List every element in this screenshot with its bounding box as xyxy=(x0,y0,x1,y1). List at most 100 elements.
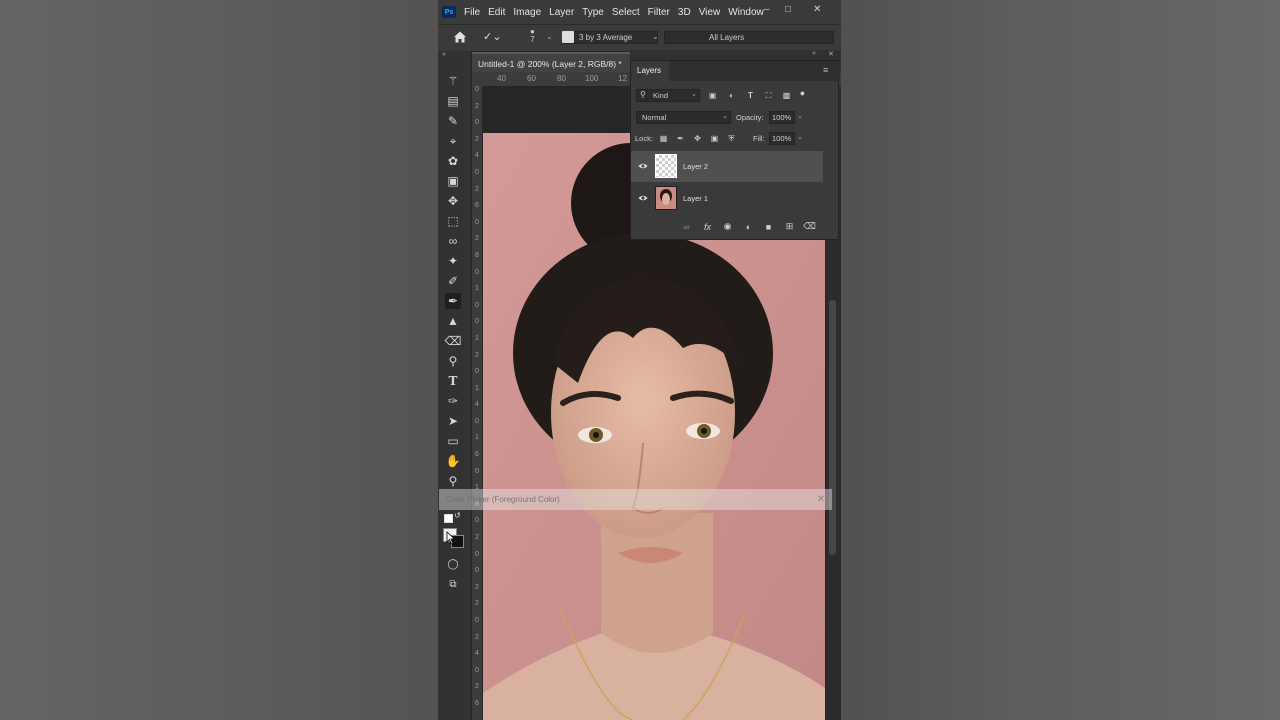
new-group-icon[interactable]: ■ xyxy=(763,221,774,232)
scrollbar-thumb[interactable] xyxy=(829,300,836,555)
menu-layer[interactable]: Layer xyxy=(549,7,574,18)
close-panel-icon[interactable]: ✕ xyxy=(828,50,834,58)
menu-3d[interactable]: 3D xyxy=(678,7,691,18)
eye-icon[interactable] xyxy=(638,193,648,203)
menu-file[interactable]: File xyxy=(464,7,480,18)
new-layer-icon[interactable]: ⊞ xyxy=(784,221,795,232)
brush-preset-icon[interactable]: ✓⌄ xyxy=(483,30,501,43)
layer-name[interactable]: Layer 1 xyxy=(683,194,708,203)
filter-shape-icon[interactable]: ⛶ xyxy=(764,91,773,100)
frame-icon[interactable]: ▣ xyxy=(445,173,461,189)
ruler-digit: 2 xyxy=(475,633,479,641)
delete-layer-icon[interactable]: ⌫ xyxy=(803,221,816,232)
fill-input[interactable]: 100% xyxy=(769,132,795,145)
lock-artboard-icon[interactable]: ▣ xyxy=(710,134,719,143)
sample-size-select[interactable]: 3 by 3 Average xyxy=(562,31,658,44)
pen-icon[interactable]: ✑ xyxy=(445,393,461,409)
fx-icon[interactable]: fx xyxy=(702,221,713,232)
menu-filter[interactable]: Filter xyxy=(648,7,670,18)
link-layers-icon[interactable]: ∞ xyxy=(681,221,692,232)
screen-mode-icon[interactable]: ⧉ xyxy=(445,576,461,592)
layer-name[interactable]: Layer 2 xyxy=(683,162,708,171)
fill-label: Fill: xyxy=(753,134,765,143)
eraser-icon[interactable]: ⌫ xyxy=(445,333,462,349)
tools-panel: » ⚚ ▤ ✎ ⌖ ✿ ▣ ✥ ⬚ ∞ ✦ ✐ ✒ ▲ ⌫ ⚲ T ✑ ➤ ▭ … xyxy=(438,51,472,720)
marquee-icon[interactable]: ⬚ xyxy=(445,213,461,229)
menubar: Ps File Edit Image Layer Type Select Fil… xyxy=(438,0,841,24)
chevron-down-icon[interactable]: ⌄ xyxy=(546,32,553,41)
path-select-icon[interactable]: ➤ xyxy=(445,413,461,429)
lasso-icon[interactable]: ∞ xyxy=(445,233,461,249)
document-tab[interactable]: Untitled-1 @ 200% (Layer 2, RGB/8) * xyxy=(472,52,632,72)
swap-colors-icon[interactable]: ↺ xyxy=(454,511,461,520)
menu-view[interactable]: View xyxy=(699,7,721,18)
ruler-tick: 100 xyxy=(585,74,599,83)
menu-edit[interactable]: Edit xyxy=(488,7,505,18)
transform-icon[interactable]: ✥ xyxy=(445,193,461,209)
layer-row-layer-2[interactable]: Layer 2 xyxy=(631,151,823,182)
brush-size-indicator[interactable]: ● 7 xyxy=(530,28,535,44)
ruler-digit: 0 xyxy=(475,617,479,624)
ruler-digit: 6 xyxy=(475,699,479,707)
add-mask-icon[interactable]: ◉ xyxy=(722,221,733,232)
search-icon: ⚲ xyxy=(640,90,646,99)
color-sampler-icon[interactable]: ✐ xyxy=(445,273,461,289)
artboard-icon[interactable]: ▤ xyxy=(445,93,461,109)
ruler-digit: 0 xyxy=(475,318,479,326)
stamp-icon[interactable]: ▲ xyxy=(445,313,461,329)
filter-pixel-icon[interactable]: ▣ xyxy=(708,91,717,100)
menu-select[interactable]: Select xyxy=(612,7,640,18)
blend-mode-select[interactable]: Normal xyxy=(636,111,731,124)
maximize-icon[interactable]: □ xyxy=(785,4,791,15)
quick-mask-icon[interactable]: ◯ xyxy=(445,556,461,572)
opacity-input[interactable]: 100% xyxy=(769,111,795,124)
layer-row-layer-1[interactable]: Layer 1 xyxy=(631,183,823,214)
move-icon[interactable]: ⚚ xyxy=(445,73,461,89)
ruler-digit: 0 xyxy=(475,666,479,674)
filter-smart-object-icon[interactable]: ▩ xyxy=(782,91,791,100)
close-icon[interactable]: ✕ xyxy=(817,489,825,510)
sample-icon xyxy=(562,31,574,43)
default-colors-icon[interactable] xyxy=(444,514,453,523)
chevron-down-icon[interactable]: ⌄ xyxy=(797,112,803,120)
crop-icon[interactable]: ⌖ xyxy=(445,133,461,149)
chevron-down-icon[interactable]: ⌄ xyxy=(797,133,803,141)
lock-transparent-icon[interactable]: ▦ xyxy=(659,134,668,143)
menu-image[interactable]: Image xyxy=(513,7,541,18)
rectangle-icon[interactable]: ▭ xyxy=(445,433,461,449)
minimize-icon[interactable]: – xyxy=(764,4,770,15)
menu-type[interactable]: Type xyxy=(582,7,604,18)
adjustment-layer-icon[interactable]: ◐ xyxy=(743,221,754,232)
filter-adjustment-icon[interactable]: ◐ xyxy=(727,91,736,100)
menu-window[interactable]: Window xyxy=(728,7,764,18)
dodge-icon[interactable]: ⚲ xyxy=(445,353,461,369)
home-icon[interactable] xyxy=(453,30,467,44)
ruler-digit: 4 xyxy=(475,401,479,409)
eye-icon[interactable] xyxy=(638,161,648,171)
ruler-digit: 0 xyxy=(475,368,479,376)
ruler-tick: 60 xyxy=(527,74,536,83)
sample-layers-select[interactable]: All Layers xyxy=(664,31,834,44)
filter-toggle-icon[interactable]: ● xyxy=(798,88,807,98)
zoom-icon[interactable]: ⚲ xyxy=(445,473,461,489)
color-picker-dialog-titlebar[interactable]: Color Picker (Foreground Color) ✕ xyxy=(439,489,832,510)
brush-icon[interactable]: ✒ xyxy=(445,293,461,309)
expand-icon[interactable]: » xyxy=(442,51,446,58)
brush-size-value: 7 xyxy=(530,35,535,44)
tab-layers[interactable]: Layers xyxy=(631,61,669,81)
opacity-label: Opacity: xyxy=(736,113,764,122)
collapse-icon[interactable]: « xyxy=(812,50,816,57)
spot-healing-icon[interactable]: ✿ xyxy=(445,153,461,169)
cursor-icon xyxy=(446,531,456,545)
filter-type-icon[interactable]: T xyxy=(746,91,755,100)
type-icon[interactable]: T xyxy=(445,373,461,389)
lock-position-icon[interactable]: ✥ xyxy=(693,134,702,143)
lock-all-icon[interactable]: ⛨ xyxy=(727,134,736,143)
lock-paint-icon[interactable]: ✒ xyxy=(676,134,685,143)
close-window-icon[interactable]: ✕ xyxy=(813,4,821,15)
photoshop-window: Ps File Edit Image Layer Type Select Fil… xyxy=(438,0,841,720)
eyedropper-icon[interactable]: ✎ xyxy=(445,113,461,129)
hand-icon[interactable]: ✋ xyxy=(445,453,461,469)
magic-wand-icon[interactable]: ✦ xyxy=(445,253,461,269)
panel-menu-icon[interactable]: ≡ xyxy=(823,65,828,75)
